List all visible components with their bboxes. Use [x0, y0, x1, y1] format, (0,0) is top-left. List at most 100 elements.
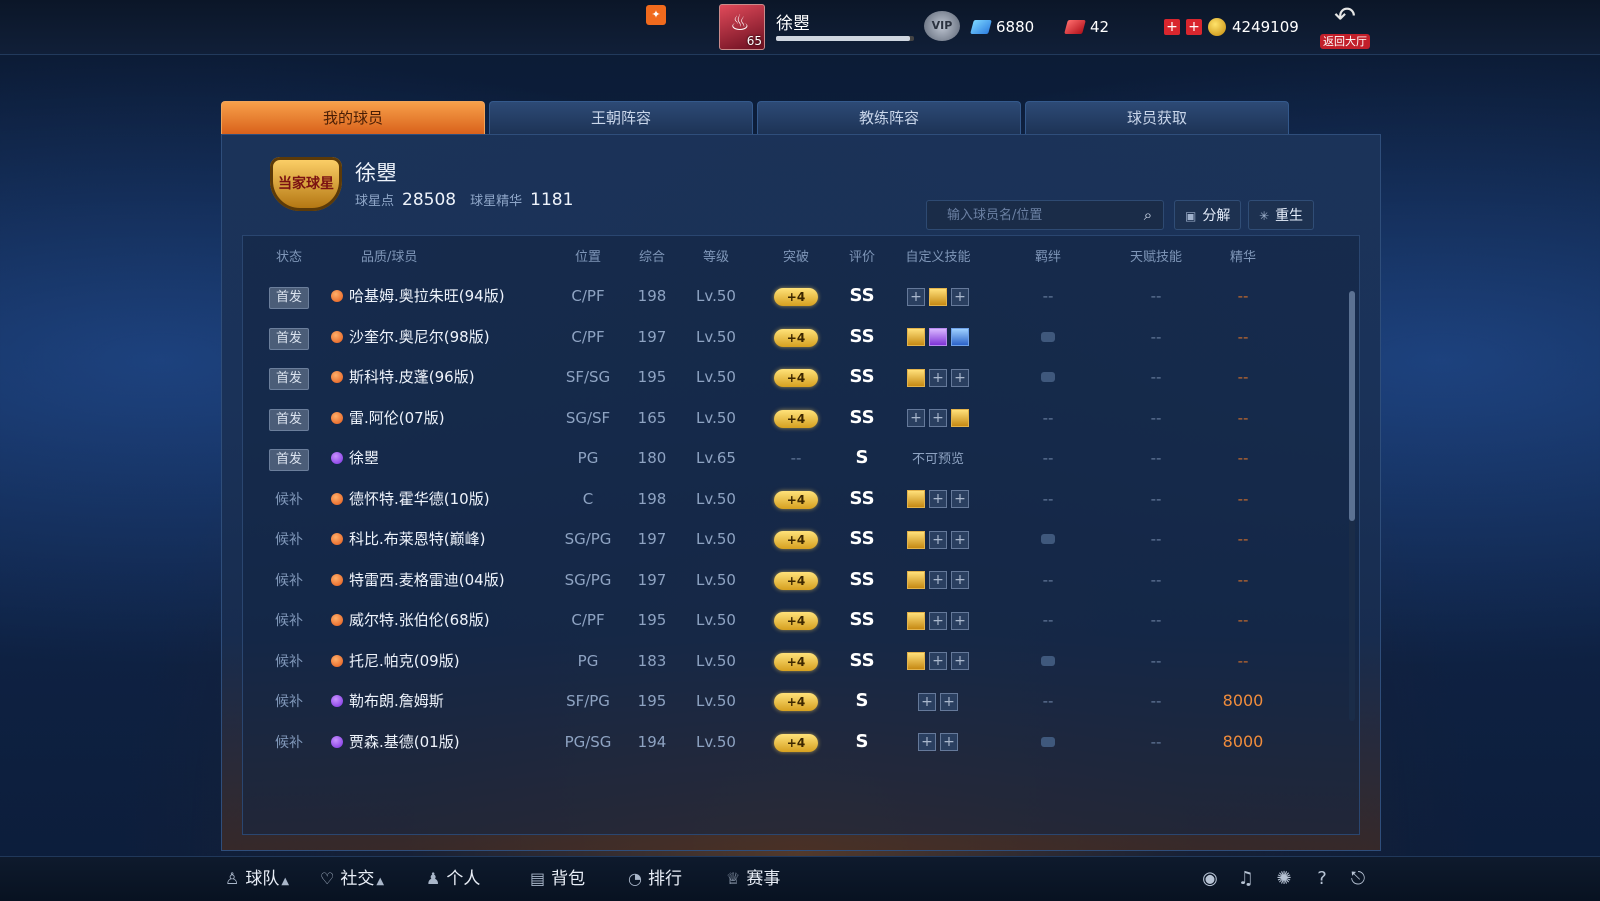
add-skill-slot[interactable]: +	[929, 409, 947, 427]
header-breakthrough[interactable]: 突破	[761, 246, 831, 265]
player-name-cell[interactable]: 雷.阿伦(07版)	[331, 398, 541, 438]
back-to-lobby-button[interactable]: ↶ 返回大厅	[1316, 4, 1374, 50]
vip-icon[interactable]: VIP	[924, 11, 960, 41]
player-search-input[interactable]	[927, 206, 1133, 224]
add-skill-slot[interactable]: +	[929, 611, 947, 630]
table-row[interactable]: 首发 徐瞾 PG 180 Lv.65 -- S 不可预览 -- -- --	[243, 438, 1333, 478]
diamond-counter[interactable]: 6880	[970, 18, 1034, 36]
tab-player-acquire[interactable]: 球员获取	[1025, 101, 1289, 134]
skill-gold-icon[interactable]	[907, 530, 925, 549]
tab-dynasty-lineup[interactable]: 王朝阵容	[489, 101, 753, 134]
add-skill-slot[interactable]: +	[951, 611, 969, 630]
scrollbar-thumb[interactable]	[1349, 291, 1355, 521]
skill-gold-icon[interactable]	[929, 287, 947, 306]
add-skill-slot[interactable]: +	[929, 490, 947, 508]
header-status[interactable]: 状态	[257, 246, 321, 265]
exit-icon[interactable]: ⎋	[1346, 867, 1370, 891]
rating-value: SS	[849, 285, 875, 306]
add-skill-slot[interactable]: +	[951, 287, 969, 306]
player-name-cell[interactable]: 德怀特.霍华德(10版)	[331, 479, 541, 519]
player-name-cell[interactable]: 科比.布莱恩特(巅峰)	[331, 519, 541, 559]
decompose-button[interactable]: ▣ 分解	[1174, 200, 1242, 230]
nav-team[interactable]: ♙ 球队 ▲	[225, 865, 289, 893]
header-position[interactable]: 位置	[553, 246, 623, 265]
skill-gold-icon[interactable]	[907, 368, 925, 387]
add-skill-slot[interactable]: +	[907, 409, 925, 427]
skill-blue-icon[interactable]	[951, 328, 969, 346]
bond-icon[interactable]	[1041, 736, 1055, 747]
bond-icon[interactable]	[1041, 331, 1055, 342]
table-row[interactable]: 首发 雷.阿伦(07版) SG/SF 165 Lv.50 +4 SS + + -- -- --	[243, 398, 1333, 438]
nav-backpack[interactable]: ▤ 背包	[530, 865, 585, 893]
player-name-cell[interactable]: 哈基姆.奥拉朱旺(94版)	[331, 276, 541, 316]
skill-gold-icon[interactable]	[907, 490, 925, 508]
table-row[interactable]: 候补 德怀特.霍华德(10版) C 198 Lv.50 +4 SS + + -- -- --	[243, 479, 1333, 519]
bond-icon[interactable]	[1041, 655, 1055, 666]
table-row[interactable]: 候补 贾森.基德(01版) PG/SG 194 Lv.50 +4 S + + -- 8000	[243, 722, 1333, 762]
table-row[interactable]: 候补 勒布朗.詹姆斯 SF/PG 195 Lv.50 +4 S + + -- -- 8000	[243, 681, 1333, 721]
ticket-counter[interactable]: 42	[1064, 18, 1109, 36]
settings-gear-icon[interactable]: ✺	[1272, 867, 1296, 891]
player-name-cell[interactable]: 斯科特.皮蓬(96版)	[331, 357, 541, 397]
table-row[interactable]: 候补 托尼.帕克(09版) PG 183 Lv.50 +4 SS + + -- --	[243, 641, 1333, 681]
add-coin-icon[interactable]: +	[1186, 19, 1202, 35]
skill-gold-icon[interactable]	[951, 409, 969, 427]
add-skill-slot[interactable]: +	[951, 368, 969, 387]
table-row[interactable]: 首发 斯科特.皮蓬(96版) SF/SG 195 Lv.50 +4 SS + + -- --	[243, 357, 1333, 397]
table-row[interactable]: 首发 沙奎尔.奥尼尔(98版) C/PF 197 Lv.50 +4 SS -- --	[243, 317, 1333, 357]
search-icon[interactable]: ⌕	[1133, 206, 1163, 224]
table-row[interactable]: 候补 特雷西.麦格雷迪(04版) SG/PG 197 Lv.50 +4 SS + + -- -- --	[243, 560, 1333, 600]
skill-gold-icon[interactable]	[907, 328, 925, 346]
player-name-cell[interactable]: 威尔特.张伯伦(68版)	[331, 600, 541, 640]
add-skill-slot[interactable]: +	[929, 368, 947, 387]
nav-social[interactable]: ♡ 社交 ▲	[320, 865, 384, 893]
player-avatar[interactable]: ♨ 65	[719, 4, 765, 50]
add-skill-slot[interactable]: +	[951, 530, 969, 549]
nav-events[interactable]: ♕ 赛事	[726, 865, 780, 893]
coin-counter[interactable]: + + 4249109	[1164, 18, 1299, 36]
table-row[interactable]: 候补 科比.布莱恩特(巅峰) SG/PG 197 Lv.50 +4 SS + + -- --	[243, 519, 1333, 559]
add-skill-slot[interactable]: +	[940, 733, 958, 751]
add-skill-slot[interactable]: +	[951, 652, 969, 670]
event-icon[interactable]: ✦	[646, 5, 666, 25]
skill-gold-icon[interactable]	[907, 652, 925, 670]
add-skill-slot[interactable]: +	[929, 571, 947, 589]
add-skill-slot[interactable]: +	[929, 530, 947, 549]
table-scrollbar[interactable]	[1349, 291, 1355, 721]
skill-gold-icon[interactable]	[907, 611, 925, 630]
rebirth-button[interactable]: ✳ 重生	[1248, 200, 1315, 230]
player-name-cell[interactable]: 勒布朗.詹姆斯	[331, 681, 541, 721]
skill-purple-icon[interactable]	[929, 328, 947, 346]
table-row[interactable]: 首发 哈基姆.奥拉朱旺(94版) C/PF 198 Lv.50 +4 SS + + -- -- --	[243, 276, 1333, 316]
player-name-cell[interactable]: 特雷西.麦格雷迪(04版)	[331, 560, 541, 600]
header-rating[interactable]: 评价	[837, 246, 887, 265]
franchise-star-badge: 当家球星	[270, 157, 342, 211]
add-skill-slot[interactable]: +	[940, 692, 958, 711]
header-player[interactable]: 品质/球员	[331, 246, 571, 265]
header-level[interactable]: 等级	[681, 246, 751, 265]
tab-coach-lineup[interactable]: 教练阵容	[757, 101, 1021, 134]
add-skill-slot[interactable]: +	[929, 652, 947, 670]
skill-gold-icon[interactable]	[907, 571, 925, 589]
header-overall[interactable]: 综合	[627, 246, 677, 265]
add-skill-slot[interactable]: +	[918, 733, 936, 751]
top-bar: ✦ ♨ 65 徐瞾 VIP 6880 42 + + 4249109 ↶ 返回大厅	[0, 0, 1600, 55]
table-row[interactable]: 候补 威尔特.张伯伦(68版) C/PF 195 Lv.50 +4 SS + + -- -- --	[243, 600, 1333, 640]
add-currency-icon[interactable]: +	[1164, 19, 1180, 35]
tab-my-players[interactable]: 我的球员	[221, 101, 485, 134]
player-name-cell[interactable]: 徐瞾	[331, 438, 541, 478]
music-icon[interactable]: ♫	[1234, 867, 1258, 891]
player-name-cell[interactable]: 贾森.基德(01版)	[331, 722, 541, 762]
nav-personal[interactable]: ♟ 个人	[426, 865, 480, 893]
player-name-cell[interactable]: 沙奎尔.奥尼尔(98版)	[331, 317, 541, 357]
bond-icon[interactable]	[1041, 372, 1055, 382]
player-name-cell[interactable]: 托尼.帕克(09版)	[331, 641, 541, 681]
add-skill-slot[interactable]: +	[907, 287, 925, 306]
help-icon[interactable]: ?	[1310, 867, 1334, 891]
bond-icon[interactable]	[1041, 534, 1055, 544]
add-skill-slot[interactable]: +	[951, 571, 969, 589]
headset-icon[interactable]: ◉	[1198, 867, 1222, 891]
nav-ranking[interactable]: ◔ 排行	[628, 865, 682, 893]
add-skill-slot[interactable]: +	[951, 490, 969, 508]
add-skill-slot[interactable]: +	[918, 692, 936, 711]
